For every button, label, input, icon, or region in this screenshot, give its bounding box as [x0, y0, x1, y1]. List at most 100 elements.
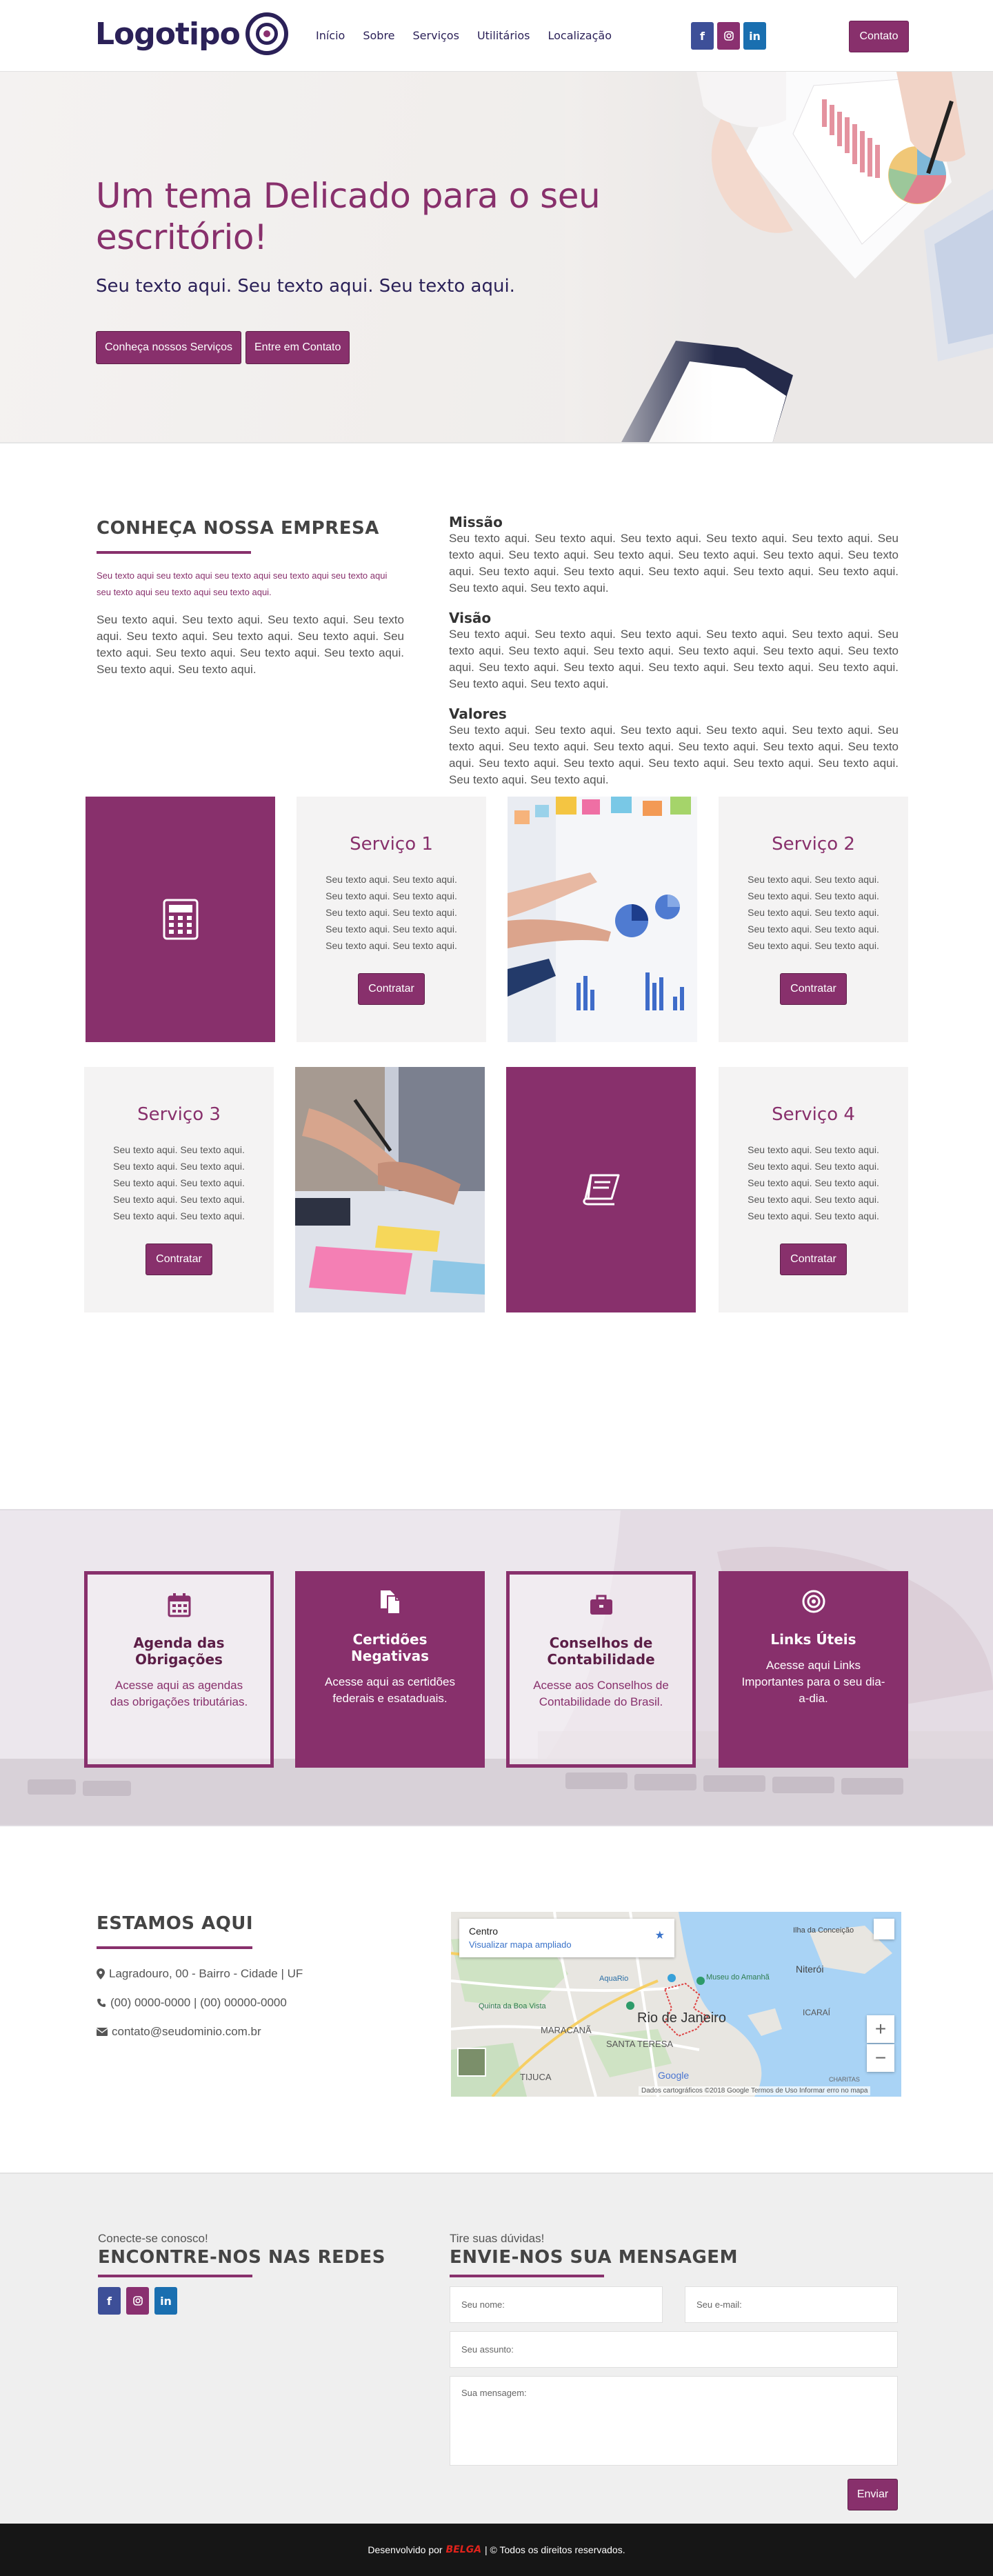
subject-input[interactable]: Seu assunto: [450, 2331, 898, 2368]
about-text: Seu texto aqui. Seu texto aqui. Seu text… [97, 613, 404, 676]
about-title: CONHEÇA NOSSA EMPRESA [97, 518, 379, 539]
utility-text: Acesse aqui Links Importantes para o seu… [741, 1659, 885, 1705]
utility-title: Conselhos de Contabilidade [547, 1635, 655, 1668]
nav-inicio[interactable]: Início [316, 29, 345, 42]
google-map[interactable]: Rio de Janeiro Niterói MARACANÃ SANTA TE… [451, 1912, 901, 2097]
phone-item: (00) 0000-0000 | (00) 00000-0000 [97, 1996, 287, 2010]
star-icon[interactable]: ★ [655, 1928, 665, 1942]
service-title: Serviço 1 [350, 834, 433, 855]
instagram-icon[interactable] [717, 22, 740, 50]
hire-button[interactable]: Contratar [780, 1244, 847, 1275]
hire-button[interactable]: Contratar [358, 973, 425, 1005]
send-button[interactable]: Enviar [847, 2479, 898, 2510]
map-label: SANTA TERESA [606, 2039, 673, 2049]
briefcase-icon [590, 1595, 612, 1615]
book-icon [582, 1174, 619, 1206]
service-text: Seu texto aqui. Seu texto aqui. Seu text… [113, 1144, 245, 1221]
name-input[interactable]: Seu nome: [450, 2286, 663, 2323]
values-block: Valores Seu texto aqui. Seu texto aqui. … [449, 706, 899, 788]
values-text: Seu texto aqui. Seu texto aqui. Seu text… [449, 723, 899, 786]
social-title: ENCONTRE-NOS NAS REDES [98, 2247, 385, 2268]
facebook-icon[interactable]: f [691, 22, 714, 50]
zoom-in-button[interactable]: + [867, 2015, 894, 2043]
envelope-icon [97, 2028, 108, 2036]
utility-title: Links Úteis [770, 1631, 856, 1648]
service-text: Seu texto aqui. Seu texto aqui. Seu text… [325, 874, 457, 951]
instagram-icon[interactable] [126, 2287, 149, 2315]
view-larger-map-link[interactable]: Visualizar mapa ampliado [469, 1939, 665, 1950]
map-city-label: Rio de Janeiro [637, 2010, 726, 2026]
utility-card-agenda[interactable]: Agenda das Obrigações Acesse aqui as age… [84, 1571, 274, 1768]
message-pretitle: Tire suas dúvidas! [450, 2232, 545, 2245]
map-place-name: Centro [469, 1926, 499, 1937]
logo-target-icon [245, 12, 288, 55]
hire-button[interactable]: Contratar [146, 1244, 212, 1275]
email-item: contato@seudominio.com.br [97, 2025, 261, 2039]
message-textarea[interactable]: Sua mensagem: [450, 2376, 898, 2466]
map-label: Quinta da Boa Vista [479, 2002, 547, 2010]
utility-card-conselhos[interactable]: Conselhos de Contabilidade Acesse aos Co… [506, 1571, 696, 1768]
service-text: Seu texto aqui. Seu texto aqui. Seu text… [748, 1144, 879, 1221]
mission-block: Missão Seu texto aqui. Seu texto aqui. S… [449, 514, 899, 597]
service-card-3: Serviço 3 Seu texto aqui. Seu texto aqui… [84, 1067, 274, 1312]
services-button[interactable]: Conheça nossos Serviços [96, 331, 241, 364]
email-input[interactable]: Seu e-mail: [685, 2286, 898, 2323]
utility-card-links[interactable]: Links Úteis Acesse aqui Links Importante… [719, 1571, 908, 1768]
service-icon-card [506, 1067, 696, 1312]
map-label: CHARITAS [829, 2076, 860, 2083]
nav-servicos[interactable]: Serviços [413, 29, 459, 42]
map-label: Niterói [796, 1964, 823, 1975]
service-title: Serviço 2 [772, 834, 855, 855]
calculator-icon [163, 899, 198, 940]
service-photo-1 [508, 797, 697, 1042]
hire-button[interactable]: Contratar [780, 973, 847, 1005]
map-marker-icon [97, 1968, 105, 1979]
values-title: Valores [449, 706, 507, 722]
footer-suffix: | © Todos os direitos reservados. [485, 2544, 625, 2555]
service-card-1: Serviço 1 Seu texto aqui. Seu texto aqui… [297, 797, 486, 1042]
email-text[interactable]: contato@seudominio.com.br [112, 2025, 261, 2039]
title-underline [97, 1946, 252, 1949]
utility-title: Agenda das Obrigações [133, 1635, 225, 1668]
documents-icon [380, 1590, 401, 1615]
location-title: ESTAMOS AQUI [97, 1913, 254, 1934]
service-title: Serviço 4 [772, 1104, 855, 1125]
facebook-icon[interactable]: f [98, 2287, 121, 2315]
phone-text: (00) 0000-0000 | (00) 00000-0000 [110, 1996, 287, 2009]
nav-localizacao[interactable]: Localização [548, 29, 612, 42]
title-underline [450, 2275, 604, 2277]
vision-text: Seu texto aqui. Seu texto aqui. Seu text… [449, 628, 899, 690]
service-card-4: Serviço 4 Seu texto aqui. Seu texto aqui… [719, 1067, 908, 1312]
nav-utilitarios[interactable]: Utilitários [477, 29, 530, 42]
map-label: Museu do Amanhã [706, 1973, 770, 1981]
utility-card-certidoes[interactable]: Certidões Negativas Acesse aqui as certi… [295, 1571, 485, 1768]
address-text: Lagradouro, 00 - Bairro - Cidade | UF [109, 1967, 303, 1980]
map-label: Ilha da Conceição [793, 1926, 854, 1935]
logo[interactable]: Logotipo [95, 12, 288, 55]
map-label: TIJUCA [520, 2072, 552, 2082]
linkedin-icon[interactable]: in [154, 2287, 177, 2315]
vision-title: Visão [449, 610, 492, 626]
hero-subtitle: Seu texto aqui. Seu texto aqui. Seu text… [96, 276, 515, 297]
hero-title: Um tema Delicado para o seu escritório! [96, 176, 601, 257]
logo-text: Logotipo [95, 16, 241, 52]
about-tagline: Seu texto aqui seu texto aqui seu texto … [97, 570, 388, 597]
hero-section: Um tema Delicado para o seu escritório! … [0, 72, 993, 443]
linkedin-icon[interactable]: in [743, 22, 766, 50]
nav-sobre[interactable]: Sobre [363, 29, 394, 42]
contact-button[interactable]: Contato [849, 21, 909, 52]
developer-brand-link[interactable]: BELGA [446, 2544, 481, 2555]
chart-meeting-image [508, 797, 697, 1042]
street-view-icon[interactable] [874, 1919, 894, 1939]
vision-block: Visão Seu texto aqui. Seu texto aqui. Se… [449, 610, 899, 692]
zoom-out-button[interactable]: − [867, 2044, 894, 2072]
utility-text: Acesse aqui as agendas das obrigações tr… [110, 1679, 248, 1708]
footer-social: f in [98, 2287, 177, 2315]
handshake-desk-image [295, 1067, 485, 1312]
mission-text: Seu texto aqui. Seu texto aqui. Seu text… [449, 532, 899, 595]
map-label: ICARAÍ [803, 2007, 831, 2017]
title-underline [97, 551, 251, 554]
get-in-touch-button[interactable]: Entre em Contato [245, 331, 350, 364]
hero-office-image [565, 72, 993, 442]
contact-section: Conecte-se conosco! ENCONTRE-NOS NAS RED… [0, 2174, 993, 2524]
